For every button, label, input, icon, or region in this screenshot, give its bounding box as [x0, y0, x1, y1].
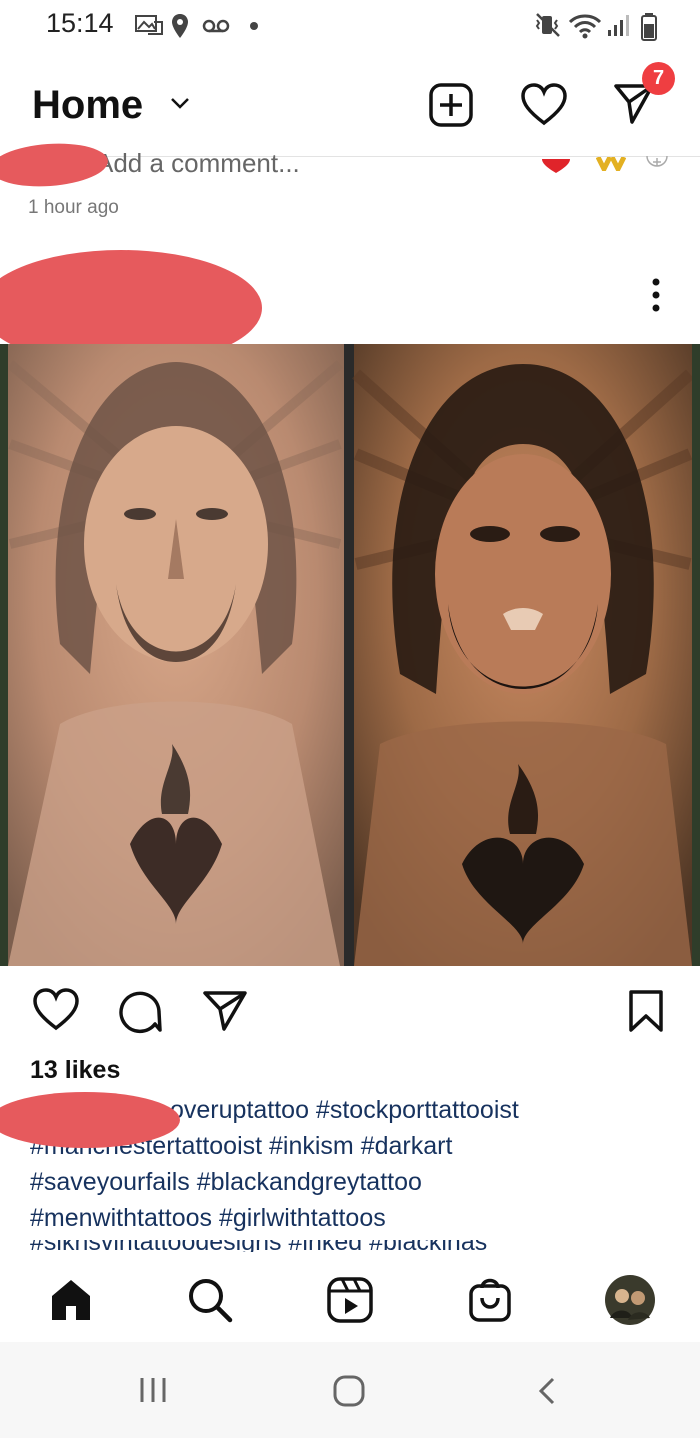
home-icon[interactable]: [48, 1278, 94, 1322]
profile-avatar[interactable]: [604, 1274, 656, 1326]
wifi-icon: [568, 14, 602, 39]
recents-icon[interactable]: [138, 1376, 168, 1404]
top-header: Home 7: [0, 60, 700, 157]
unread-count-badge: 7: [642, 62, 675, 95]
post-timestamp: 1 hour ago: [28, 197, 119, 218]
chevron-down-icon[interactable]: [168, 92, 192, 114]
bottom-nav-bar: [0, 1252, 700, 1342]
battery-icon: [641, 13, 657, 41]
caption-line[interactable]: #menwithtattoos #girlwithtattoos: [30, 1204, 386, 1233]
caption-line[interactable]: #saveyourfails #blackandgreytattoo: [30, 1168, 422, 1197]
caption-line[interactable]: #sikhsvintattoodesigns #inked #blackinas: [30, 1240, 487, 1252]
like-icon[interactable]: [32, 988, 80, 1032]
search-icon[interactable]: [186, 1276, 234, 1324]
add-emoji-icon[interactable]: [645, 154, 669, 172]
back-icon[interactable]: [536, 1376, 558, 1406]
bookmark-icon[interactable]: [628, 990, 664, 1032]
new-post-icon[interactable]: [428, 82, 474, 128]
caption-overflow: #sikhsvintattoodesigns #inked #blackinas: [0, 1240, 700, 1252]
system-nav-bar: [0, 1342, 700, 1438]
location-icon: [172, 14, 188, 38]
heart-icon[interactable]: [520, 82, 568, 128]
status-time: 15:14: [46, 8, 114, 38]
tattoo-photo: [0, 344, 700, 966]
post-image[interactable]: [0, 344, 700, 966]
home-icon[interactable]: [332, 1374, 366, 1408]
caption-line[interactable]: overuptattoo #stockporttattooist: [170, 1096, 519, 1125]
comment-icon[interactable]: [117, 990, 163, 1034]
more-options-icon[interactable]: [646, 276, 666, 314]
signal-icon: [608, 15, 629, 36]
share-icon[interactable]: [202, 988, 248, 1032]
reels-icon[interactable]: [326, 1276, 374, 1324]
red-heart-emoji-icon[interactable]: [540, 157, 572, 173]
likes-count[interactable]: 13 likes: [30, 1056, 120, 1085]
dot-icon: [250, 22, 258, 30]
voicemail-icon: [202, 19, 230, 33]
image-notification-icon: [135, 15, 163, 35]
status-bar: 15:14: [0, 0, 700, 50]
clap-emoji-icon[interactable]: [596, 157, 626, 171]
vibrate-icon: [535, 13, 560, 37]
shop-icon[interactable]: [468, 1274, 512, 1324]
feed-title[interactable]: Home: [32, 83, 143, 128]
add-comment-input[interactable]: Add a comment...: [96, 148, 300, 179]
